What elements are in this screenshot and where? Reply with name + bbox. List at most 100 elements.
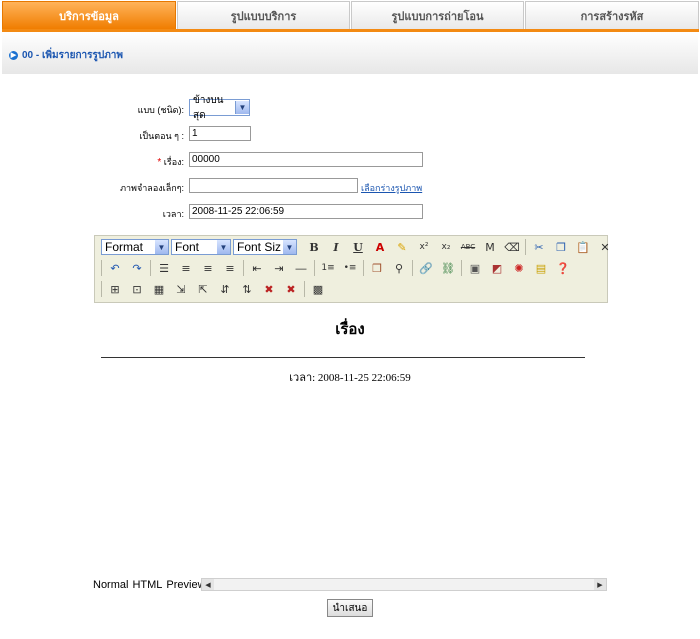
copy-icon[interactable]: ❐ [552,238,570,256]
document-icon[interactable]: ▤ [532,259,550,277]
outdent-icon[interactable]: ⇤ [248,259,266,277]
image-label: ภาพจำลองเล็กๆ: [120,183,184,193]
paste-icon[interactable]: 📋 [574,238,592,256]
insert-column-icon[interactable]: ⇵ [216,280,234,298]
toolbar-separator [461,260,462,276]
indent-icon[interactable]: ⇥ [270,259,288,277]
bold-icon[interactable]: B [305,238,323,256]
breadcrumb: ▶ 00 - เพิ่มรายการรูปภาพ [9,48,123,63]
breadcrumb-label[interactable]: 00 - เพิ่มรายการรูปภาพ [22,48,123,63]
choose-image-link[interactable]: เลือกร่างรูปภาพ [361,181,422,195]
table-properties-icon[interactable]: ⊡ [128,280,146,298]
title-input[interactable]: 00000 [189,152,423,167]
justify-full-icon[interactable]: ☰ [155,259,173,277]
split-cells-icon[interactable]: ✖ [282,280,300,298]
delete-column-icon[interactable]: ⇅ [238,280,256,298]
text-color-icon[interactable]: A [371,238,389,256]
editor-heading: เรื่อง [335,320,365,338]
insert-row-icon[interactable]: ⇲ [172,280,190,298]
find-icon[interactable]: ⚲ [390,259,408,277]
chevron-down-icon[interactable]: ▼ [155,240,168,254]
format-select[interactable]: Format ▼ [101,239,169,255]
underline-icon[interactable]: U [349,238,367,256]
tab-create-code[interactable]: การสร้างรหัส [525,1,699,29]
mode-html[interactable]: HTML [132,579,162,591]
mode-preview[interactable]: Preview [166,579,205,591]
calculator-icon[interactable]: ▩ [309,280,327,298]
horizontal-scrollbar[interactable]: ◀ ▶ [201,578,607,591]
tab-transfer-format[interactable]: รูปแบบการถ่ายโอน [351,1,524,29]
scroll-left-icon[interactable]: ◀ [202,579,214,590]
type-select-value: ข้างบนสุด [193,94,224,121]
toolbar-separator [525,239,526,255]
spellcheck-icon[interactable]: ABC [459,238,477,256]
main-tabs: บริการข้อมูล รูปแบบบริการ รูปแบบการถ่ายโ… [2,1,700,31]
chevron-down-icon[interactable]: ▼ [235,101,249,114]
chevron-down-icon[interactable]: ▼ [283,240,296,254]
image-input[interactable] [189,178,358,193]
toolbar-separator [101,260,102,276]
merge-cells-icon[interactable]: ✖ [260,280,278,298]
cut-icon[interactable]: ✂ [530,238,548,256]
table-icon[interactable]: ⊞ [106,280,124,298]
order-input[interactable]: 1 [189,126,251,141]
delete-row-icon[interactable]: ⇱ [194,280,212,298]
unordered-list-icon[interactable]: •≡ [341,259,359,277]
align-center-icon[interactable]: ≡ [199,259,217,277]
font-select[interactable]: Font ▼ [171,239,231,255]
subscript-icon[interactable]: x₂ [437,238,455,256]
mode-normal[interactable]: Normal [93,579,128,591]
align-right-icon[interactable]: ≡ [221,259,239,277]
toolbar-separator [304,281,305,297]
image-icon[interactable]: ▣ [466,259,484,277]
type-label: แบบ (ชนิด): [137,105,184,115]
arrow-right-icon: ▶ [9,51,18,60]
format-select-value: Format [105,240,144,254]
align-left-icon[interactable]: ≡ [177,259,195,277]
tab-service-format[interactable]: รูปแบบบริการ [177,1,350,29]
delete-icon[interactable]: ✕ [596,238,614,256]
time-label: เวลา: [162,209,184,219]
font-select-value: Font [175,240,200,254]
toolbar-separator [150,260,151,276]
toolbar-separator [314,260,315,276]
editor-time: เวลา: 2008-11-25 22:06:59 [289,372,411,384]
unlink-icon[interactable]: ⛓ [439,259,457,277]
required-mark: * [157,157,162,168]
time-input[interactable]: 2008-11-25 22:06:59 [189,204,423,219]
highlight-icon[interactable]: ✎ [393,238,411,256]
toolbar-separator [412,260,413,276]
italic-icon[interactable]: I [327,238,345,256]
toolbar-row-2: ↶ ↷ ☰ ≡ ≡ ≡ ⇤ ⇥ ― 1≡ •≡ ❒ ⚲ 🔗 ⛓ ▣ ◩ ✺ ▤ … [101,258,576,278]
superscript-icon[interactable]: x² [415,238,433,256]
title-label: * เรื่อง: [44,155,184,169]
tab-data-service[interactable]: บริการข้อมูล [2,1,176,29]
flash-icon[interactable]: ◩ [488,259,506,277]
font-size-select-value: Font Siz [237,240,282,254]
chevron-down-icon[interactable]: ▼ [217,240,230,254]
horizontal-rule-icon[interactable]: ― [292,259,310,277]
order-label: เป็นตอน ๆ : [139,131,184,141]
box-icon[interactable]: ❒ [368,259,386,277]
toolbar-separator [101,281,102,297]
ordered-list-icon[interactable]: 1≡ [319,259,337,277]
toolbar-row-1: Format ▼ Font ▼ Font Siz ▼ B I U A ✎ x² … [101,237,618,257]
editor-toolbar: Format ▼ Font ▼ Font Siz ▼ B I U A ✎ x² … [94,235,610,303]
help-icon[interactable]: ❓ [554,259,572,277]
cell-properties-icon[interactable]: ▦ [150,280,168,298]
toolbar-separator [243,260,244,276]
undo-icon[interactable]: ↶ [106,259,124,277]
scroll-right-icon[interactable]: ▶ [594,579,606,590]
link-icon[interactable]: 🔗 [417,259,435,277]
toolbar-row-3: ⊞ ⊡ ▦ ⇲ ⇱ ⇵ ⇅ ✖ ✖ ▩ [101,279,331,299]
type-select[interactable]: ข้างบนสุด ▼ [189,95,250,121]
title-label-text: เรื่อง: [163,157,184,167]
media-icon[interactable]: ✺ [510,259,528,277]
special-char-icon[interactable]: M [481,238,499,256]
redo-icon[interactable]: ↷ [128,259,146,277]
font-size-select[interactable]: Font Siz ▼ [233,239,297,255]
submit-button[interactable]: นำเสนอ [327,599,373,617]
eraser-icon[interactable]: ⌫ [503,238,521,256]
toolbar-separator [363,260,364,276]
editor-divider [101,357,585,358]
